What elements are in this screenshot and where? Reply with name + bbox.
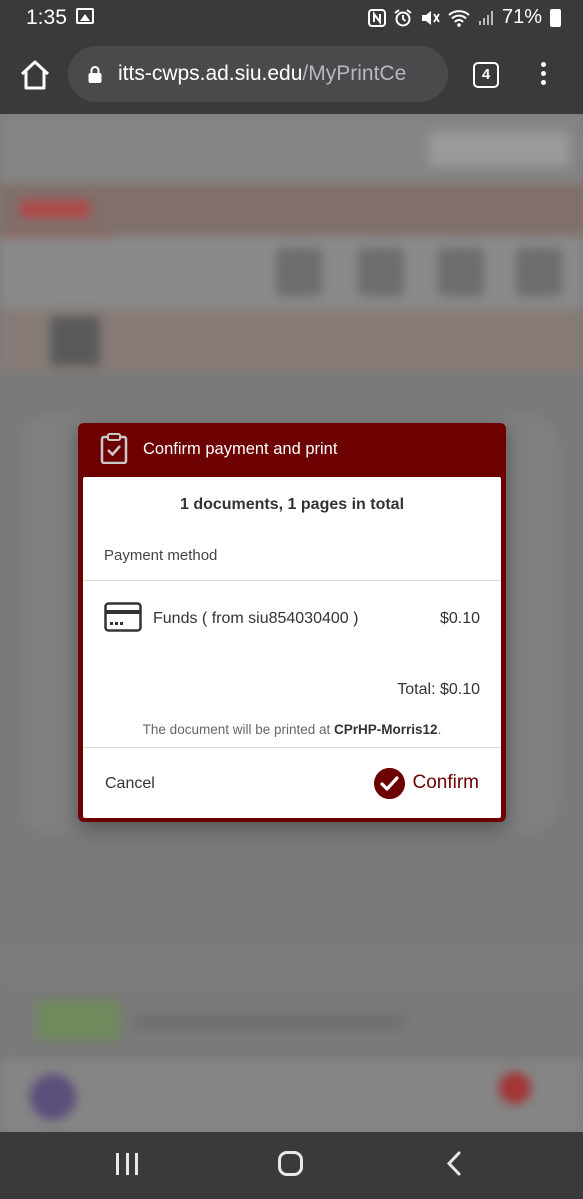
url-path: /MyPrintCe [302,62,407,85]
url-host: itts-cwps.ad.siu.edu [118,62,303,85]
status-bar: 1:35 71% [0,0,583,36]
dialog-header: Confirm payment and print [78,423,506,475]
browser-toolbar: itts-cwps.ad.siu.edu/MyPrintCe 4 [0,36,583,114]
backdrop-text-line [134,1014,404,1030]
alarm-icon [394,8,412,26]
signal-icon [478,10,493,25]
clipboard-check-icon [100,433,128,464]
total-amount: Total: $0.10 [397,681,480,698]
phone-screen: 1:35 71% itts-cwps.ad.siu.edu/MyPrintCe … [0,0,583,1199]
back-icon[interactable] [446,1151,462,1176]
backdrop-job-row [0,308,583,372]
home-icon[interactable] [18,58,52,92]
document-summary: 1 documents, 1 pages in total [179,496,405,513]
confirm-button[interactable]: Confirm [374,765,479,801]
printer-note-suffix: . [437,722,442,737]
printer-name: CPrHP-Morris12 [334,722,438,737]
nfc-icon [367,8,386,27]
url-text: itts-cwps.ad.siu.edu/MyPrintCe [118,62,406,86]
system-nav-bar [0,1132,583,1199]
lock-icon [88,66,102,83]
divider [83,580,501,581]
backdrop-bottom-tabs [0,942,583,988]
backdrop-footer [0,1060,583,1132]
confirm-label: Confirm [412,772,479,793]
home-nav-icon[interactable] [278,1151,303,1176]
status-icons: 71% [367,6,561,29]
payment-method-label: Payment method [104,547,218,564]
credit-card-icon [104,602,142,632]
wifi-icon [448,9,470,27]
printer-note-prefix: The document will be printed at [142,722,335,737]
divider [83,747,501,748]
battery-percent: 71% [501,6,542,28]
backdrop-nav [0,184,583,242]
battery-icon [550,8,561,27]
payment-option-amount: $0.10 [439,610,480,627]
gallery-icon [76,8,94,24]
status-time: 1:35 [26,6,67,29]
check-circle-icon [374,767,406,799]
cancel-button[interactable]: Cancel [105,775,155,793]
backdrop-toolbar [0,236,583,308]
mute-icon [421,10,440,25]
tab-switcher-button[interactable]: 4 [473,62,499,88]
payment-option-funds[interactable]: Funds ( from siu854030400 ) [153,610,358,628]
recents-icon[interactable] [116,1153,138,1175]
backdrop-header [0,114,583,184]
dialog-title: Confirm payment and print [143,440,338,458]
backdrop-badge [36,1000,120,1040]
dialog-body: 1 documents, 1 pages in total Payment me… [83,477,501,818]
address-bar[interactable]: itts-cwps.ad.siu.edu/MyPrintCe [68,46,448,102]
overflow-menu-icon[interactable] [534,60,552,90]
printer-note: The document will be printed at CPrHP-Mo… [83,722,501,737]
confirm-payment-dialog: Confirm payment and print 1 documents, 1… [78,423,506,822]
